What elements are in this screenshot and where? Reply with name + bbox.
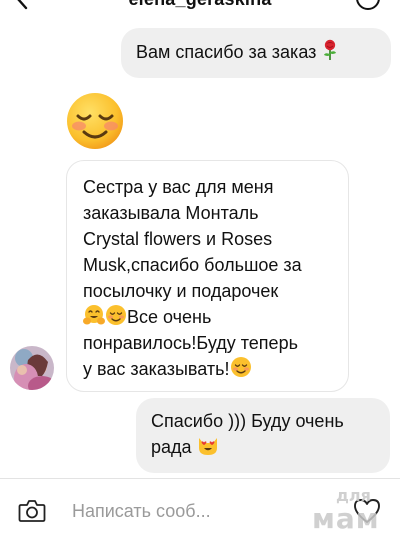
smiling-face-icon (105, 304, 127, 333)
like-button[interactable] (352, 497, 382, 525)
chat-title[interactable]: elena_geraskina (0, 0, 400, 10)
message-line: Musk,спасибо большое за (83, 255, 302, 275)
message-line: Сестра у вас для меня (83, 177, 274, 197)
incoming-message[interactable]: Сестра у вас для меня заказывала Монталь… (66, 160, 349, 392)
message-line: заказывала Монталь (83, 203, 259, 223)
message-line: Спасибо ))) Буду очень (151, 411, 344, 431)
message-line: у вас заказывать! (83, 359, 230, 379)
message-line: Все очень (127, 307, 212, 327)
hugging-face-icon (83, 304, 105, 333)
message-line: понравилось!Буду теперь (83, 333, 298, 353)
avatar[interactable] (10, 346, 54, 390)
camera-button[interactable] (18, 499, 46, 523)
message-text: Вам спасибо за заказ (136, 42, 317, 62)
message-line: рада (151, 437, 192, 457)
message-line-with-emojis: Все очень (83, 304, 336, 330)
message-input[interactable] (62, 497, 342, 525)
outgoing-message[interactable]: Спасибо ))) Буду очень рада (136, 398, 390, 473)
message-composer (0, 479, 400, 543)
smiling-cat-heart-eyes-icon (197, 434, 219, 463)
message-line: посылочку и подарочек (83, 281, 279, 301)
smiling-face-with-blushed-eyes-icon (67, 93, 123, 149)
message-line-with-emoji: у вас заказывать! (83, 356, 336, 382)
message-line-with-emoji: рада (151, 434, 380, 460)
smiling-face-icon (230, 356, 252, 385)
avatar-photo-icon (10, 346, 54, 390)
outgoing-message[interactable]: Вам спасибо за заказ (121, 28, 391, 78)
message-line: Crystal flowers и Roses (83, 229, 273, 249)
chat-header: elena_geraskina (0, 0, 400, 14)
emoji-message[interactable] (66, 92, 124, 150)
camera-icon (18, 500, 46, 522)
rose-icon (321, 39, 339, 68)
heart-icon (354, 499, 380, 523)
